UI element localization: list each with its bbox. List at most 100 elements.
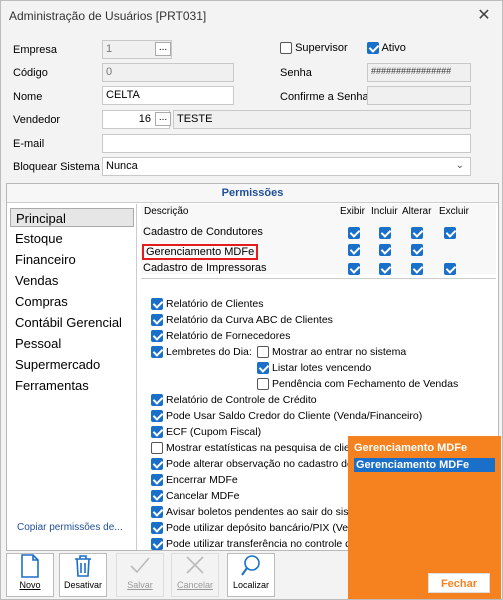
option-item[interactable]: Listar lotes vencendo bbox=[257, 362, 371, 375]
grid-checkbox[interactable] bbox=[379, 227, 391, 240]
salvar-button[interactable]: Salvar bbox=[116, 553, 164, 597]
option-item[interactable]: Cancelar MDFe bbox=[151, 490, 240, 503]
module-item-supermercado[interactable]: Supermercado bbox=[10, 355, 134, 374]
grid-checkbox[interactable] bbox=[411, 244, 423, 257]
bloquear-select[interactable]: Nunca ⌄ bbox=[102, 157, 471, 176]
novo-button[interactable]: Novo bbox=[6, 553, 54, 597]
ativo-label: Ativo bbox=[381, 42, 406, 54]
permissions-grid: Descrição Exibir Incluir Alterar Excluir… bbox=[141, 204, 496, 276]
option-label: Relatório de Controle de Crédito bbox=[166, 394, 317, 406]
popup-list-item[interactable]: Gerenciamento MDFe bbox=[354, 458, 495, 472]
option-item[interactable]: Pendência com Fechamento de Vendas bbox=[257, 378, 459, 391]
grid-checkbox[interactable] bbox=[379, 263, 391, 276]
module-item-compras[interactable]: Compras bbox=[10, 292, 134, 311]
option-item[interactable]: Relatório de Clientes bbox=[151, 298, 263, 311]
localizar-label: Localizar bbox=[232, 580, 270, 590]
option-item[interactable]: Pode Usar Saldo Credor do Cliente (Venda… bbox=[151, 410, 422, 423]
desativar-label: Desativar bbox=[63, 580, 102, 590]
module-item-ferramentas[interactable]: Ferramentas bbox=[10, 376, 134, 395]
option-label: Pendência com Fechamento de Vendas bbox=[272, 378, 459, 390]
option-item[interactable]: ECF (Cupom Fiscal) bbox=[151, 426, 261, 439]
option-item[interactable]: Mostrar estatísticas na pesquisa de clie… bbox=[151, 442, 359, 455]
supervisor-check[interactable] bbox=[280, 42, 292, 55]
option-check[interactable] bbox=[151, 346, 163, 359]
option-check[interactable] bbox=[257, 346, 269, 359]
option-check[interactable] bbox=[151, 442, 163, 455]
option-item[interactable]: Encerrar MDFe bbox=[151, 474, 238, 487]
fechar-button[interactable]: Fechar bbox=[428, 573, 490, 593]
bloquear-label: Bloquear Sistema bbox=[13, 161, 100, 173]
option-check[interactable] bbox=[257, 378, 269, 391]
grid-checkbox[interactable] bbox=[348, 244, 360, 257]
option-check[interactable] bbox=[151, 330, 163, 343]
vendedor-label: Vendedor bbox=[13, 114, 61, 126]
module-list: Principal Estoque Financeiro Vendas Comp… bbox=[7, 204, 137, 550]
module-item-pessoal[interactable]: Pessoal bbox=[10, 334, 134, 353]
vendedor-lookup-button[interactable]: ... bbox=[155, 112, 171, 126]
module-item-vendas[interactable]: Vendas bbox=[10, 271, 134, 290]
option-check[interactable] bbox=[151, 298, 163, 311]
window-title: Administração de Usuários [PRT031] bbox=[9, 9, 207, 23]
option-item[interactable]: Relatório da Curva ABC de Clientes bbox=[151, 314, 333, 327]
option-item[interactable]: Pode utilizar transferência no controle … bbox=[151, 538, 357, 550]
option-check[interactable] bbox=[151, 474, 163, 487]
supervisor-checkbox[interactable]: Supervisor bbox=[280, 42, 348, 55]
option-item[interactable]: Mostrar ao entrar no sistema bbox=[257, 346, 406, 359]
option-check[interactable] bbox=[151, 458, 163, 471]
title-bar: Administração de Usuários [PRT031] ✕ bbox=[1, 1, 502, 31]
module-item-principal[interactable]: Principal bbox=[10, 208, 134, 227]
cancelar-button[interactable]: Cancelar bbox=[171, 553, 219, 597]
email-field[interactable] bbox=[102, 134, 471, 153]
x-icon bbox=[172, 554, 218, 580]
grid-checkbox[interactable] bbox=[348, 227, 360, 240]
localizar-button[interactable]: Localizar bbox=[227, 553, 275, 597]
grid-row-label-highlighted[interactable]: Gerenciamento MDFe bbox=[142, 244, 259, 260]
new-document-icon bbox=[7, 554, 53, 580]
option-item[interactable]: Lembretes do Dia: bbox=[151, 346, 252, 359]
option-check[interactable] bbox=[151, 522, 163, 535]
option-item[interactable]: Pode alterar observação no cadastro de bbox=[151, 458, 353, 471]
col-exibir: Exibir bbox=[340, 206, 366, 217]
empresa-label: Empresa bbox=[13, 44, 58, 56]
senha-value: ################ bbox=[371, 66, 452, 76]
module-item-financeiro[interactable]: Financeiro bbox=[10, 250, 134, 269]
module-item-estoque[interactable]: Estoque bbox=[10, 229, 134, 248]
ativo-checkbox[interactable]: Ativo bbox=[367, 42, 406, 55]
option-check[interactable] bbox=[151, 490, 163, 503]
grid-checkbox[interactable] bbox=[411, 227, 423, 240]
codigo-field[interactable]: 0 bbox=[102, 63, 234, 82]
option-check[interactable] bbox=[151, 410, 163, 423]
option-check[interactable] bbox=[151, 394, 163, 407]
option-check[interactable] bbox=[151, 506, 163, 519]
copy-permissions-link[interactable]: Copiar permissões de... bbox=[17, 522, 123, 533]
grid-checkbox[interactable] bbox=[411, 263, 423, 276]
desativar-button[interactable]: Desativar bbox=[59, 553, 107, 597]
salvar-label: Salvar bbox=[127, 580, 153, 590]
option-label: Lembretes do Dia: bbox=[166, 346, 252, 358]
option-check[interactable] bbox=[257, 362, 269, 375]
codigo-label: Código bbox=[13, 67, 48, 79]
option-check[interactable] bbox=[151, 426, 163, 439]
vendedor-name: TESTE bbox=[177, 113, 213, 125]
confirme-field[interactable] bbox=[367, 86, 471, 105]
module-item-contabil[interactable]: Contábil Gerencial bbox=[10, 313, 134, 332]
senha-field[interactable]: ################ bbox=[367, 63, 471, 82]
option-item[interactable]: Pode utilizar depósito bancário/PIX (Ven… bbox=[151, 522, 360, 535]
empresa-lookup-button[interactable]: ... bbox=[155, 42, 171, 56]
grid-checkbox[interactable] bbox=[379, 244, 391, 257]
option-label: Encerrar MDFe bbox=[166, 474, 238, 486]
col-incluir: Incluir bbox=[371, 206, 398, 217]
grid-checkbox[interactable] bbox=[444, 227, 456, 240]
option-item[interactable]: Avisar boletos pendentes ao sair do sist… bbox=[151, 506, 357, 519]
ativo-check[interactable] bbox=[367, 42, 379, 55]
grid-checkbox[interactable] bbox=[348, 263, 360, 276]
empresa-value: 1 bbox=[106, 43, 113, 55]
option-check[interactable] bbox=[151, 314, 163, 327]
close-icon[interactable]: ✕ bbox=[474, 5, 494, 25]
option-item[interactable]: Relatório de Controle de Crédito bbox=[151, 394, 317, 407]
grid-checkbox[interactable] bbox=[444, 263, 456, 276]
nome-label: Nome bbox=[13, 91, 43, 103]
option-check[interactable] bbox=[151, 538, 163, 550]
nome-field[interactable]: CELTA bbox=[102, 86, 234, 105]
option-item[interactable]: Relatório de Fornecedores bbox=[151, 330, 290, 343]
